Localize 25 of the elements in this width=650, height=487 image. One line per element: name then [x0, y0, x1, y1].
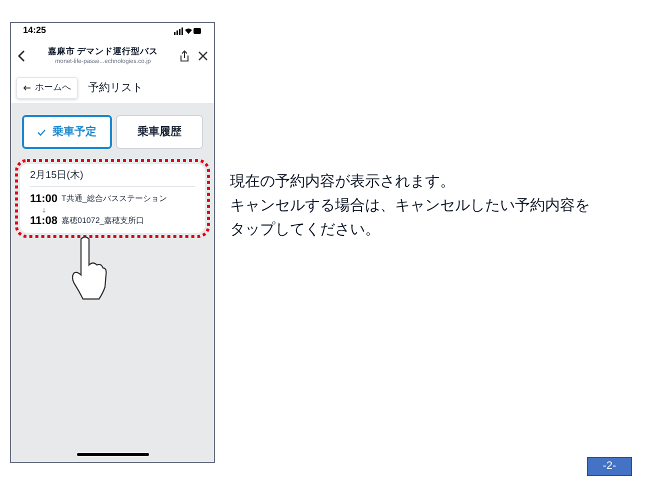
hand-pointer-icon	[71, 235, 107, 301]
back-icon[interactable]	[17, 50, 27, 62]
instruction-text: タップしてください。	[230, 220, 381, 240]
home-indicator	[76, 453, 148, 456]
instruction-text: キャンセルする場合は、キャンセルしたい予約内容を	[230, 196, 590, 216]
arrival-stop: 嘉穂01072_嘉穂支所口	[62, 214, 144, 227]
arrival-time: 11:08	[30, 214, 58, 228]
left-arrow-icon	[23, 85, 31, 91]
header-title: 嘉麻市 デマンド運行型バス	[48, 45, 158, 58]
tab[interactable]: 乗車予定	[22, 115, 112, 149]
close-icon[interactable]	[198, 51, 208, 61]
home-button[interactable]: ホームへ	[16, 77, 78, 99]
down-arrow-icon	[42, 208, 46, 212]
status-time: 14:25	[23, 24, 46, 38]
reservation-card[interactable]: 2月15日(木) 11:00 T共通_総合バスステーション 11:08 嘉穂01072_嘉穂支所口	[20, 164, 205, 233]
check-icon	[37, 128, 46, 136]
share-icon[interactable]	[179, 50, 190, 62]
tab[interactable]: 乗車履歴	[116, 115, 203, 149]
status-icons-icon	[174, 27, 202, 35]
reservation-date: 2月15日(木)	[30, 168, 195, 187]
page-title: 予約リスト	[88, 80, 143, 96]
departure-stop: T共通_総合バスステーション	[62, 193, 167, 206]
page-number: -2-	[587, 457, 632, 476]
instruction-text: 現在の予約内容が表示されます。	[230, 172, 456, 192]
departure-time: 11:00	[30, 192, 58, 207]
